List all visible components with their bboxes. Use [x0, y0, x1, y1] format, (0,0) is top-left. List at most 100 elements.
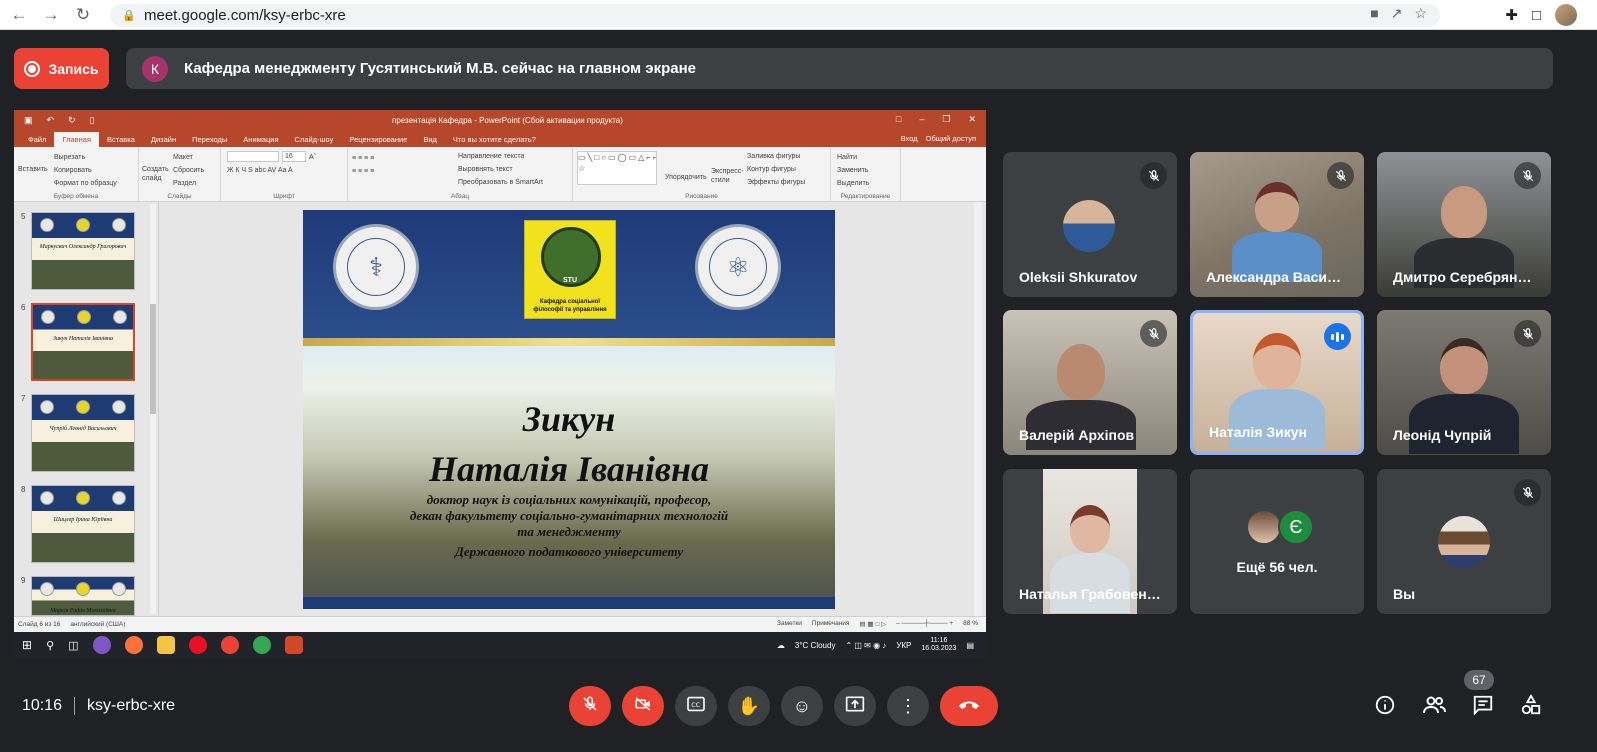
- back-icon[interactable]: ←: [6, 2, 32, 28]
- tab-file: Файл: [28, 135, 47, 144]
- tab-animations: Анимация: [243, 135, 279, 144]
- font-format-icons: Ж К Ч S abc AV Aa A: [227, 167, 293, 174]
- logo-mid-text: STU: [563, 277, 577, 284]
- firefox-icon: [124, 636, 143, 654]
- participant-tile[interactable]: Валерій Архіпов: [1003, 310, 1177, 455]
- tab-view: Вид: [423, 135, 437, 144]
- close-icon: ✕: [968, 114, 976, 124]
- self-tile[interactable]: Вы: [1377, 469, 1551, 614]
- people-button[interactable]: [1421, 694, 1447, 720]
- university-seal-icon: ⚕: [333, 224, 419, 310]
- forward-icon[interactable]: →: [38, 2, 64, 28]
- side-panel-icon[interactable]: □: [1532, 7, 1541, 24]
- participant-tile[interactable]: Наталья Грабовен…: [1003, 469, 1177, 614]
- address-bar[interactable]: 🔒 meet.google.com/ksy-erbc-xre: [110, 4, 1440, 27]
- url-text: meet.google.com/ksy-erbc-xre: [144, 7, 346, 24]
- thumbnail-number: 6: [21, 303, 26, 312]
- minimize-icon: –: [919, 114, 925, 124]
- presenter-avatar: К: [142, 55, 168, 82]
- mic-off-icon: [1140, 162, 1167, 189]
- save-icon: ▣: [24, 114, 33, 125]
- participant-tile-speaking[interactable]: Наталія Зикун: [1190, 310, 1364, 455]
- camera-indicator-icon[interactable]: ■: [1370, 5, 1378, 22]
- slide-thumbnail-selected: Зикун Наталія Іванівна: [31, 303, 135, 381]
- slide-desc-line4: Державного податкового університету: [454, 544, 684, 559]
- slide-desc-line1: доктор наук із соціальних комунікацій, п…: [426, 492, 712, 507]
- activities-button[interactable]: [1518, 693, 1544, 720]
- more-participants-label: Ещё 56 чел.: [1236, 559, 1318, 575]
- paragraph-icons: ≡ ≡ ≡ ≡ ≡ ≡ ≡ ≡: [352, 155, 375, 175]
- slide-thumbnails: 5 Маркусвич Олександр Григорович 6 Зикун…: [14, 202, 159, 616]
- slide-footer-band: [303, 597, 835, 609]
- record-icon: [24, 60, 41, 77]
- more-participants-tile[interactable]: Є Ещё 56 чел.: [1190, 469, 1364, 614]
- drawing-group: ▭╲□○▭◯▭△⌐⌐⟶◇∿{}☆ Упорядочить Экспресс-ст…: [573, 147, 831, 201]
- select-button: Выделить: [837, 180, 870, 187]
- people-icon: [1422, 695, 1446, 720]
- extensions-icon[interactable]: ✚: [1505, 6, 1518, 24]
- captions-button[interactable]: CC: [675, 686, 717, 726]
- tray-icons: ⌃ ◫ ✉ ◉ ♪: [845, 640, 887, 650]
- shapes-gallery: ▭╲□○▭◯▭△⌐⌐⟶◇∿{}☆: [577, 151, 657, 185]
- leave-call-button[interactable]: [940, 686, 998, 726]
- document-title: презентація Кафедра - PowerPoint (Сбой а…: [392, 116, 623, 125]
- shape-effects-button: Эффекты фигуры: [747, 179, 806, 186]
- clock-date: 16.03.2023: [921, 645, 957, 652]
- raise-hand-button[interactable]: ✋: [728, 686, 770, 726]
- ribbon-tabs: Файл Главная Вставка Дизайн Переходы Ани…: [14, 130, 986, 147]
- recording-label: Запись: [48, 60, 99, 77]
- camera-toggle-button[interactable]: [622, 686, 664, 726]
- share-icon[interactable]: ↗: [1391, 5, 1403, 22]
- mic-toggle-button[interactable]: [569, 686, 611, 726]
- comments-button: Примечания: [811, 620, 850, 627]
- meeting-time: 10:16: [22, 697, 63, 714]
- lock-icon[interactable]: 🔒: [122, 9, 136, 23]
- mic-off-icon: [1327, 162, 1354, 189]
- shape-fill-button: Заливка фигуры: [747, 153, 801, 160]
- weather-text: 3°C Cloudy: [794, 640, 836, 650]
- copy-button: Копировать: [54, 167, 92, 174]
- bookmark-star-icon[interactable]: ☆: [1414, 5, 1427, 22]
- taskbar-clock: 11:16 16.03.2023: [921, 637, 956, 653]
- slide-counter: Слайд 6 из 16: [18, 621, 61, 628]
- participant-tile[interactable]: Леонід Чупрій: [1377, 310, 1551, 455]
- mic-off-icon: [581, 695, 599, 718]
- align-text-button: Выровнять текст: [458, 166, 513, 173]
- slide-thumbnail: Марків Рафія Миколаївна: [31, 576, 135, 616]
- call-end-icon: [957, 697, 981, 715]
- recording-button[interactable]: Запись: [14, 48, 109, 89]
- present-now-button[interactable]: [834, 686, 876, 726]
- share-link: Общий доступ: [925, 134, 976, 143]
- profile-avatar[interactable]: [1555, 4, 1577, 26]
- clipboard-label: Буфер обмена: [53, 193, 99, 200]
- participant-name: Oleksii Shkuratov: [1019, 269, 1138, 285]
- participant-tile[interactable]: Дмитро Серебрян…: [1377, 152, 1551, 297]
- participant-tile[interactable]: Oleksii Shkuratov: [1003, 152, 1177, 297]
- logo-caption: Кафедра соціальної філософії та управлін…: [533, 299, 607, 313]
- zoom-level: 88 %: [963, 620, 978, 627]
- reload-icon[interactable]: ↻: [70, 2, 96, 28]
- powerpoint-icon: [284, 636, 303, 654]
- current-slide: ⚕ STU Кафедра соціальної філософії та уп…: [303, 210, 835, 609]
- more-options-button[interactable]: ⋮: [887, 686, 929, 726]
- captions-icon: CC: [686, 696, 706, 717]
- slide-scrollbar: [974, 202, 982, 616]
- tab-design: Дизайн: [150, 135, 177, 144]
- keyboard-language: УКР: [896, 640, 912, 650]
- powerpoint-statusbar: Слайд 6 из 16 английский (США) Заметки П…: [14, 616, 986, 632]
- mic-off-icon: [1514, 162, 1541, 189]
- reactions-button[interactable]: ☺: [781, 686, 823, 726]
- more-participants-avatars: Є: [1246, 509, 1314, 545]
- chat-button[interactable]: [1470, 694, 1496, 720]
- participant-tile[interactable]: Александра Васи…: [1190, 152, 1364, 297]
- font-name-box: [227, 151, 279, 162]
- chat-icon: [1472, 694, 1494, 721]
- paste-button: Вставить: [18, 166, 48, 173]
- browser-toolbar: ← → ↻ 🔒 meet.google.com/ksy-erbc-xre ■ ↗…: [0, 0, 1597, 30]
- tab-slideshow: Слайд-шоу: [294, 135, 334, 144]
- ribbon: Вставить Вырезать Копировать Формат по о…: [14, 147, 986, 202]
- participant-name: Леонід Чупрій: [1393, 427, 1492, 443]
- meeting-info-button[interactable]: [1372, 694, 1398, 720]
- notifications-icon: ▤: [966, 640, 974, 650]
- hand-icon: ✋: [737, 695, 761, 716]
